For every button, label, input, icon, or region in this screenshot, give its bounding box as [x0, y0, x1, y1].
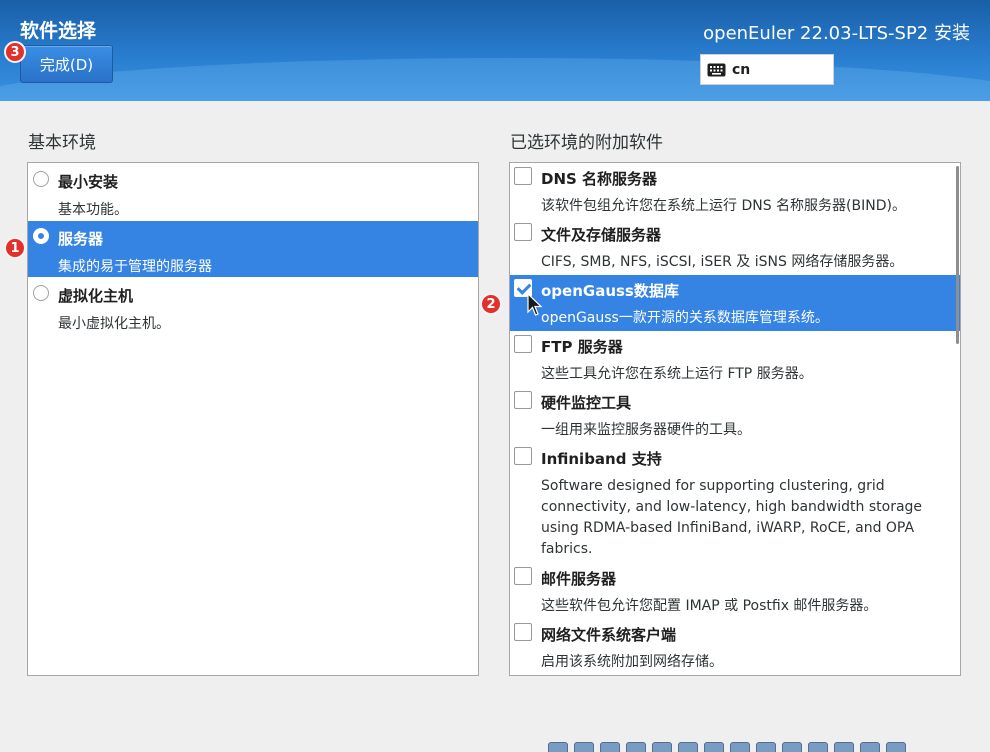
addon-item-title: Infiniband 支持 — [541, 450, 662, 468]
page-title: 软件选择 — [20, 20, 97, 42]
env-item-minimal[interactable]: 最小安装 基本功能。 — [28, 164, 478, 220]
taskbar-icon[interactable] — [782, 742, 802, 752]
env-item-title: 虚拟化主机 — [58, 287, 134, 305]
addon-item-infiniband[interactable]: Infiniband 支持 Software designed for supp… — [510, 443, 960, 563]
done-button[interactable]: 完成(D) — [20, 45, 113, 83]
addon-item-mail-server[interactable]: 邮件服务器 这些软件包允许您配置 IMAP 或 Postfix 邮件服务器。 — [510, 563, 960, 619]
addon-item-title: openGauss数据库 — [541, 282, 679, 300]
addon-item-title: FTP 服务器 — [541, 338, 623, 356]
addon-item-title: 文件及存储服务器 — [541, 226, 662, 244]
base-environment-list: 最小安装 基本功能。 服务器 集成的易于管理的服务器 虚拟化主机 最小虚拟化主机… — [27, 162, 479, 676]
addon-item-desc: 一组用来监控服务器硬件的工具。 — [541, 422, 751, 438]
radio-button[interactable] — [33, 285, 49, 301]
taskbar-icon[interactable] — [652, 742, 672, 752]
env-item-virtualization-host[interactable]: 虚拟化主机 最小虚拟化主机。 — [28, 278, 478, 334]
taskbar-icon[interactable] — [756, 742, 776, 752]
taskbar-icon[interactable] — [808, 742, 828, 752]
addon-item-desc: 这些工具允许您在系统上运行 FTP 服务器。 — [541, 366, 813, 382]
checkbox[interactable] — [514, 223, 532, 241]
keyboard-layout-label: cn — [732, 61, 751, 78]
addon-item-desc: 启用该系统附加到网络存储。 — [541, 654, 723, 670]
taskbar-icon[interactable] — [678, 742, 698, 752]
taskbar-icon[interactable] — [574, 742, 594, 752]
addon-item-file-storage[interactable]: 文件及存储服务器 CIFS, SMB, NFS, iSCSI, iSER 及 i… — [510, 219, 960, 275]
taskbar-icon[interactable] — [548, 742, 568, 752]
base-environment-heading: 基本环境 — [28, 133, 96, 153]
addon-item-desc: CIFS, SMB, NFS, iSCSI, iSER 及 iSNS 网络存储服… — [541, 254, 904, 270]
addon-item-desc: openGauss一款开源的关系数据库管理系统。 — [541, 310, 829, 326]
checkbox[interactable] — [514, 447, 532, 465]
taskbar-icon[interactable] — [626, 742, 646, 752]
checkbox[interactable] — [514, 567, 532, 585]
checkbox[interactable] — [514, 167, 532, 185]
taskbar-icon[interactable] — [860, 742, 880, 752]
env-item-title: 最小安装 — [58, 173, 119, 191]
addon-item-dns[interactable]: DNS 名称服务器 该软件包组允许您在系统上运行 DNS 名称服务器(BIND)… — [510, 163, 960, 219]
addon-item-desc: 这些软件包允许您配置 IMAP 或 Postfix 邮件服务器。 — [541, 598, 878, 614]
step-badge-3: 3 — [4, 41, 26, 63]
radio-button[interactable] — [33, 171, 49, 187]
env-item-title: 服务器 — [58, 230, 104, 248]
step-badge-1: 1 — [4, 237, 26, 259]
env-item-server[interactable]: 服务器 集成的易于管理的服务器 — [28, 221, 478, 277]
addon-item-desc: 该软件包组允许您在系统上运行 DNS 名称服务器(BIND)。 — [541, 198, 906, 214]
taskbar-icon[interactable] — [886, 742, 906, 752]
taskbar-icon[interactable] — [730, 742, 750, 752]
addons-heading: 已选环境的附加软件 — [510, 133, 663, 153]
env-item-desc: 基本功能。 — [58, 202, 128, 218]
addon-item-title: DNS 名称服务器 — [541, 170, 658, 188]
radio-button-selected[interactable] — [33, 228, 49, 244]
addon-item-opengauss[interactable]: openGauss数据库 openGauss一款开源的关系数据库管理系统。 — [510, 275, 960, 331]
addon-item-title: 邮件服务器 — [541, 570, 617, 588]
checkbox[interactable] — [514, 391, 532, 409]
keyboard-icon — [707, 63, 726, 76]
vm-taskbar — [548, 742, 906, 752]
keyboard-layout-indicator[interactable]: cn — [700, 54, 834, 85]
addon-item-hardware-monitoring[interactable]: 硬件监控工具 一组用来监控服务器硬件的工具。 — [510, 387, 960, 443]
product-title: openEuler 22.03-LTS-SP2 安装 — [703, 23, 970, 44]
env-item-desc: 集成的易于管理的服务器 — [58, 259, 212, 275]
step-badge-2: 2 — [480, 293, 502, 315]
checkbox[interactable] — [514, 623, 532, 641]
addon-item-ftp[interactable]: FTP 服务器 这些工具允许您在系统上运行 FTP 服务器。 — [510, 331, 960, 387]
top-header: 软件选择 完成(D) openEuler 22.03-LTS-SP2 安装 cn — [0, 0, 990, 101]
taskbar-icon[interactable] — [834, 742, 854, 752]
checkbox[interactable] — [514, 335, 532, 353]
taskbar-icon[interactable] — [600, 742, 620, 752]
addon-item-nfs-client[interactable]: 网络文件系统客户端 启用该系统附加到网络存储。 — [510, 619, 960, 675]
addons-list: DNS 名称服务器 该软件包组允许您在系统上运行 DNS 名称服务器(BIND)… — [509, 162, 961, 676]
addon-item-title: 硬件监控工具 — [541, 394, 632, 412]
addons-scrollbar[interactable] — [956, 166, 959, 344]
addon-item-title: 网络文件系统客户端 — [541, 626, 677, 644]
addon-item-desc: Software designed for supporting cluster… — [541, 478, 923, 557]
env-item-desc: 最小虚拟化主机。 — [58, 316, 170, 332]
mouse-pointer-icon — [527, 293, 543, 316]
taskbar-icon[interactable] — [704, 742, 724, 752]
